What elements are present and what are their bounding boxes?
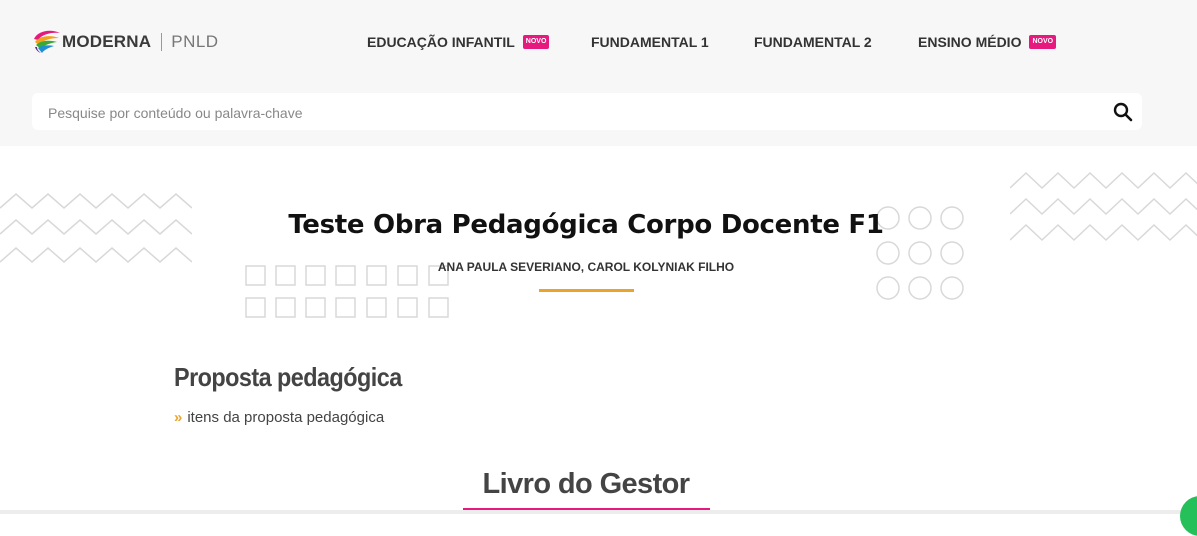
chat-button[interactable] [1180,496,1197,536]
nav-label: FUNDAMENTAL 1 [591,34,709,50]
double-chevron-icon: » [174,409,183,426]
logo-divider [161,33,163,51]
brand-product: PNLD [171,32,219,51]
bottom-divider [0,510,1197,514]
search-bar [32,93,1142,132]
work-authors: ANA PAULA SEVERIANO, CAROL KOLYNIAK FILH… [437,260,735,274]
nav-label: ENSINO MÉDIO [918,34,1022,50]
nav-ensino-medio[interactable]: ENSINO MÉDIO NOVO [918,34,1057,50]
nav-educacao-infantil[interactable]: EDUCAÇÃO INFANTIL NOVO [367,34,550,50]
nav-fundamental-1[interactable]: FUNDAMENTAL 1 [591,34,709,50]
new-badge: NOVO [1029,35,1057,49]
new-badge: NOVO [522,35,550,49]
moderna-logo-icon [34,30,60,53]
search-input[interactable] [46,93,1090,132]
work-title: Teste Obra Pedagógica Corpo Docente F1 [288,210,884,240]
gestor-heading: Livro do Gestor [482,468,691,500]
moderna-logo[interactable]: MODERNA PNLD [32,24,219,60]
nav-fundamental-2[interactable]: FUNDAMENTAL 2 [754,34,872,50]
nav-label: EDUCAÇÃO INFANTIL [367,34,515,50]
search-icon[interactable] [1112,101,1134,123]
proposal-link[interactable]: » itens da proposta pedagógica [174,409,384,426]
brand-name: MODERNA [62,32,152,51]
proposal-heading: Proposta pedagógica [174,362,402,392]
title-underline [539,289,634,292]
proposal-link-label: itens da proposta pedagógica [187,409,385,426]
site-header: MODERNA PNLD EDUCAÇÃO INFANTIL NOVO FUND… [0,0,1197,146]
nav-label: FUNDAMENTAL 2 [754,34,872,50]
